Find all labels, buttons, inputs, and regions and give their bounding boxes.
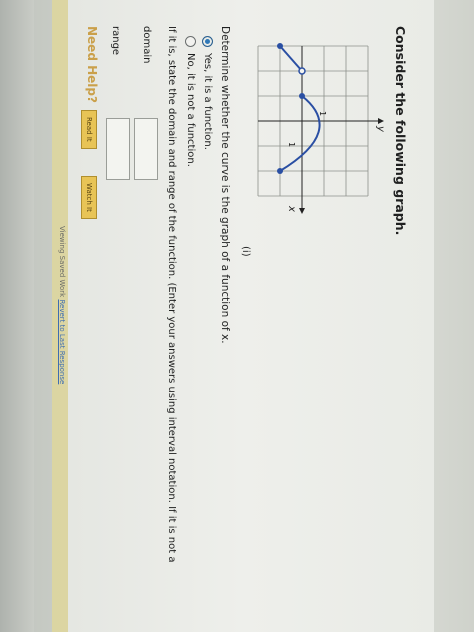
y-tick-label: 1 bbox=[318, 111, 327, 116]
closed-endpoint bbox=[277, 43, 283, 49]
radio-selected-icon[interactable] bbox=[202, 36, 213, 47]
screen: Consider the following graph. y x 1 1 (i… bbox=[0, 0, 474, 632]
range-input[interactable] bbox=[106, 118, 130, 180]
photo-stage: Consider the following graph. y x 1 1 (i… bbox=[0, 0, 474, 632]
option-yes[interactable]: Yes, it is a function. bbox=[202, 36, 213, 150]
x-axis-label: x bbox=[286, 205, 297, 212]
revert-link[interactable]: Revert to Last Response bbox=[58, 299, 66, 384]
curve-arc bbox=[279, 95, 321, 172]
open-endpoint bbox=[298, 67, 306, 75]
option-label: No, it is not a function. bbox=[185, 53, 196, 167]
need-help-label: Need Help? bbox=[85, 26, 99, 103]
y-axis-label: y bbox=[375, 125, 386, 133]
function-graph: y x 1 1 bbox=[257, 43, 386, 214]
y-axis-arrow bbox=[378, 118, 384, 124]
question-panel: Consider the following graph. y x 1 1 (i… bbox=[52, 0, 434, 632]
info-icon[interactable]: (i) bbox=[240, 246, 251, 257]
option-no[interactable]: No, it is not a function. bbox=[185, 36, 196, 167]
closed-endpoint bbox=[299, 93, 305, 99]
instructions: If it is, state the domain and range of … bbox=[166, 26, 177, 563]
question-title: Consider the following graph. bbox=[393, 26, 408, 236]
domain-label: domain bbox=[141, 26, 152, 64]
info-glyph: i bbox=[240, 249, 251, 253]
domain-input[interactable] bbox=[134, 118, 158, 180]
range-label: range bbox=[110, 26, 121, 56]
closed-endpoint bbox=[277, 168, 283, 174]
x-tick-label: 1 bbox=[287, 142, 296, 147]
option-label: Yes, it is a function. bbox=[202, 53, 213, 150]
x-axis-arrow bbox=[299, 208, 305, 214]
read-it-button[interactable]: Read It bbox=[81, 110, 97, 149]
footer-status: Viewing Saved Work Revert to Last Respon… bbox=[58, 226, 66, 384]
radio-unselected-icon[interactable] bbox=[185, 36, 196, 47]
watch-it-button[interactable]: Watch It bbox=[81, 176, 97, 219]
question-prompt: Determine whether the curve is the graph… bbox=[219, 26, 231, 344]
saved-work-text: Viewing Saved Work bbox=[58, 226, 66, 298]
curve-segment-lower bbox=[279, 45, 303, 72]
